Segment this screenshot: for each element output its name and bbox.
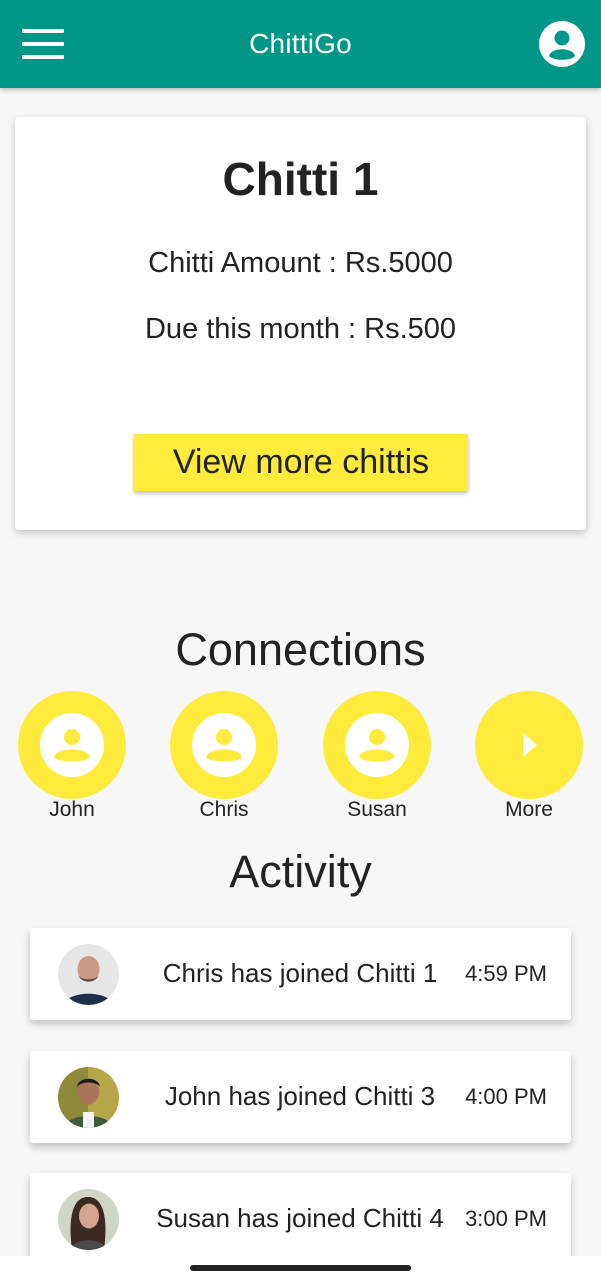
chitti-amount: Chitti Amount : Rs.5000 bbox=[148, 247, 453, 279]
activity-text: John has joined Chitti 3 bbox=[164, 1081, 436, 1111]
connection-chris[interactable]: Chris bbox=[170, 691, 278, 826]
connections-more-button[interactable]: More bbox=[475, 691, 583, 826]
activity-text: Chris has joined Chitti 1 bbox=[162, 958, 438, 988]
person-icon bbox=[345, 713, 409, 777]
connection-label: Susan bbox=[347, 798, 407, 821]
more-circle bbox=[475, 691, 583, 799]
account-circle-icon[interactable] bbox=[539, 21, 585, 67]
activity-time: 4:00 PM bbox=[465, 1084, 547, 1109]
chitti-due: Due this month : Rs.500 bbox=[144, 313, 457, 345]
activity-item[interactable]: Susan has joined Chitti 4 3:00 PM bbox=[30, 1173, 571, 1265]
view-more-chittis-button[interactable]: View more chittis bbox=[134, 434, 468, 491]
connection-label: More bbox=[505, 798, 553, 821]
connection-avatar bbox=[170, 691, 278, 799]
app-title: ChittiGo bbox=[249, 28, 352, 59]
connection-avatar bbox=[18, 691, 126, 799]
connection-john[interactable]: John bbox=[18, 691, 126, 826]
person-icon bbox=[192, 713, 256, 777]
home-indicator[interactable] bbox=[190, 1265, 411, 1271]
connection-susan[interactable]: Susan bbox=[323, 691, 431, 826]
connection-avatar bbox=[323, 691, 431, 799]
app-bar: ChittiGo bbox=[0, 0, 601, 88]
activity-time: 3:00 PM bbox=[465, 1206, 547, 1231]
avatar bbox=[58, 1189, 119, 1250]
activity-time: 4:59 PM bbox=[465, 961, 547, 986]
person-icon bbox=[40, 713, 104, 777]
play-arrow-icon bbox=[523, 733, 537, 757]
activity-text: Susan has joined Chitti 4 bbox=[156, 1203, 444, 1233]
connections-heading: Connections bbox=[175, 624, 426, 675]
chitti-title: Chitti 1 bbox=[222, 153, 379, 205]
connection-label: Chris bbox=[199, 798, 249, 821]
activity-item[interactable]: John has joined Chitti 3 4:00 PM bbox=[30, 1051, 571, 1143]
connection-label: John bbox=[49, 798, 95, 821]
avatar bbox=[58, 1067, 119, 1128]
activity-item[interactable]: Chris has joined Chitti 1 4:59 PM bbox=[30, 928, 571, 1020]
avatar bbox=[58, 944, 119, 1005]
chitti-card: Chitti 1 Chitti Amount : Rs.5000 Due thi… bbox=[15, 117, 586, 530]
activity-heading: Activity bbox=[229, 846, 372, 897]
